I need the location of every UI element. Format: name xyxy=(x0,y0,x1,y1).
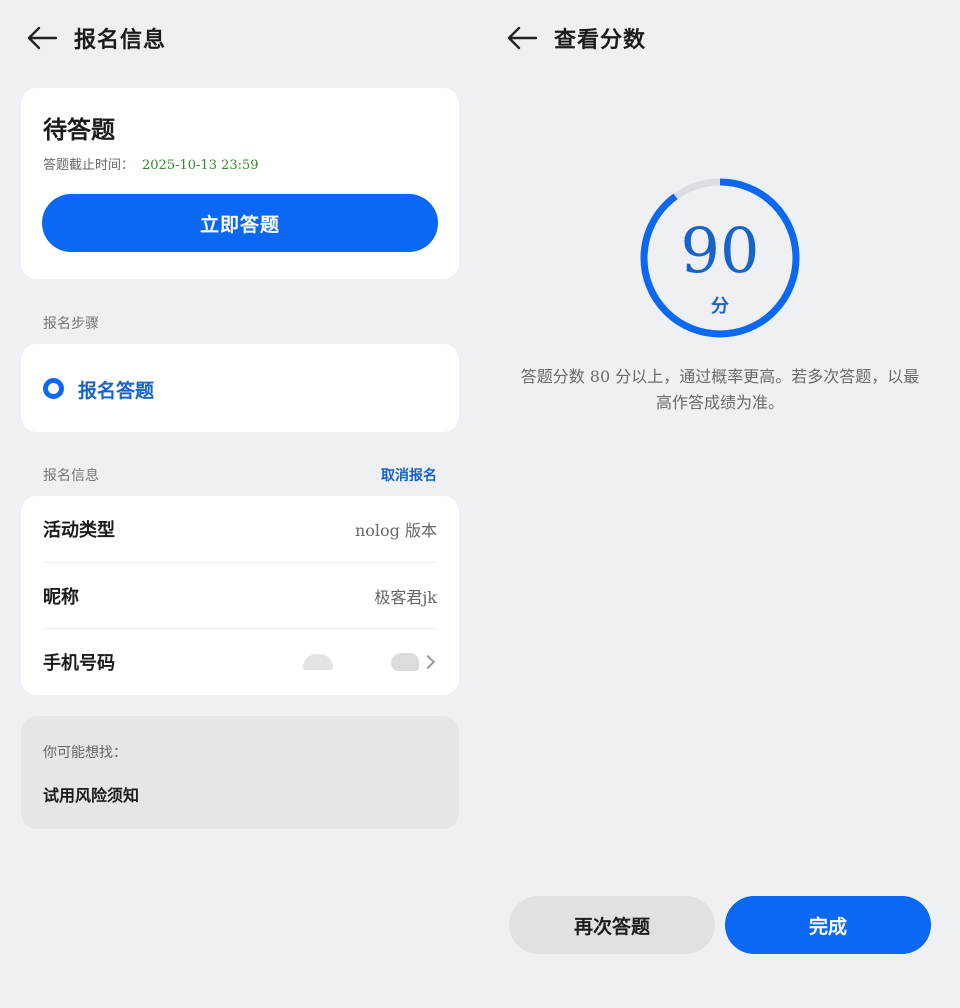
answer-now-button[interactable]: 立即答题 xyxy=(42,194,438,252)
score-note: 答题分数 80 分以上，通过概率更高。若多次答题，以最高作答成绩为准。 xyxy=(520,367,920,412)
row-key: 昵称 xyxy=(43,586,79,608)
retry-button[interactable]: 再次答题 xyxy=(509,896,715,954)
page-title: 报名信息 xyxy=(74,27,167,53)
page-title: 查看分数 xyxy=(554,27,647,53)
top-bar: 报名信息 xyxy=(24,18,166,58)
info-row-activity-type: 活动类型 nolog 版本 xyxy=(43,496,437,562)
suggestion-link[interactable]: 试用风险须知 xyxy=(43,782,139,806)
back-button[interactable] xyxy=(24,20,60,56)
chevron-right-icon xyxy=(420,654,436,669)
done-button[interactable]: 完成 xyxy=(725,896,931,954)
back-arrow-icon xyxy=(507,26,538,50)
status-heading: 待答题 xyxy=(43,115,115,144)
back-button[interactable] xyxy=(504,20,540,56)
suggestion-hint: 你可能想找： xyxy=(43,745,127,761)
step-item-label[interactable]: 报名答题 xyxy=(78,376,154,403)
masked-phone xyxy=(303,652,419,671)
score-value: 90 xyxy=(680,214,760,287)
info-row-nickname: 昵称 极客君jk xyxy=(43,562,437,628)
back-arrow-icon xyxy=(27,26,58,50)
redaction-mark xyxy=(391,652,419,671)
score-unit: 分 xyxy=(711,296,729,317)
deadline-label: 答题截止时间： xyxy=(43,158,135,173)
steps-card: 报名答题 xyxy=(21,344,459,432)
row-value: 极客君jk xyxy=(374,587,437,607)
row-value: nolog 版本 xyxy=(354,521,437,540)
phone-value xyxy=(303,652,437,671)
cancel-registration-link[interactable]: 取消报名 xyxy=(381,465,437,485)
info-row-phone[interactable]: 手机号码 xyxy=(43,628,437,694)
steps-section-label: 报名步骤 xyxy=(43,316,99,332)
pending-quiz-card: 待答题 答题截止时间： 2025-10-13 23:59 立即答题 xyxy=(21,88,459,279)
deadline-value: 2025-10-13 23:59 xyxy=(142,158,259,173)
suggestion-card: 你可能想找： 试用风险须知 xyxy=(21,716,459,829)
row-key: 活动类型 xyxy=(43,520,115,541)
info-card: 活动类型 nolog 版本 昵称 极客君jk 手机号码 xyxy=(21,496,459,695)
deadline-row: 答题截止时间： 2025-10-13 23:59 xyxy=(43,154,259,173)
score-screen: 查看分数 90 分 答题分数 80 分以上，通过概率更高。若多次答题，以最高作答… xyxy=(480,0,960,1008)
registration-info-screen: 报名信息 待答题 答题截止时间： 2025-10-13 23:59 立即答题 报名… xyxy=(0,0,480,1008)
radio-selected-icon xyxy=(43,378,64,399)
row-key: 手机号码 xyxy=(43,652,115,674)
redaction-mark xyxy=(303,653,333,670)
info-section-label: 报名信息 xyxy=(43,468,99,484)
top-bar: 查看分数 xyxy=(504,18,646,58)
